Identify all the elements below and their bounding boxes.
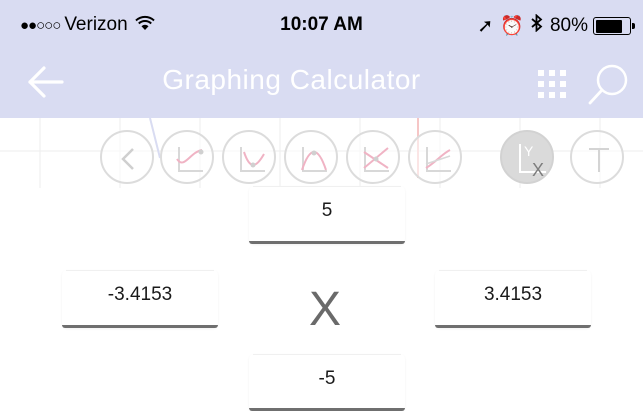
search-icon[interactable] [586,61,632,107]
page-title: Graphing Calculator [162,64,421,95]
axis-label: X [308,283,341,336]
bluetooth-icon [531,13,543,38]
y-min-field[interactable]: -5 [249,354,405,411]
battery-percent: 80% [549,15,588,36]
x-max-field[interactable]: 3.4153 [435,270,591,328]
y-min-value: -5 [318,368,336,389]
svg-text:X: X [532,160,544,180]
minimum-icon[interactable] [222,130,276,184]
field-edge [439,270,587,271]
status-right: ➚ ⏰ 80% [470,13,635,38]
field-edge [253,354,401,355]
field-edge [253,186,401,187]
location-icon: ➚ [477,15,494,37]
x-min-value: -3.4153 [107,284,173,305]
grid-icon[interactable] [534,64,574,104]
battery-fill [595,19,622,33]
maximum-icon[interactable] [284,130,338,184]
curve-point-icon[interactable] [160,130,214,184]
field-edge [66,270,214,271]
chevron-left-icon[interactable] [100,130,154,184]
intersection-icon[interactable] [346,130,400,184]
y-max-field[interactable]: 5 [249,186,405,244]
alarm-icon: ⏰ [500,16,524,37]
field-underline [435,325,591,328]
nav-bar: Graphing Calculator [0,48,643,118]
status-bar: ●●○○○ Verizon 10:07 AM ➚ ⏰ 80% [0,0,643,48]
field-underline [62,325,218,328]
x-min-field[interactable]: -3.4153 [62,270,218,328]
svg-text:Y: Y [524,143,534,159]
derivative-icon[interactable] [408,130,462,184]
text-icon[interactable] [570,130,624,184]
y-max-value: 5 [321,200,333,221]
battery-icon [593,17,635,35]
tool-row: Y X [0,118,643,188]
app-header: ●●○○○ Verizon 10:07 AM ➚ ⏰ 80% Graphing … [0,0,643,118]
x-max-value: 3.4153 [483,284,543,305]
axis-range-icon[interactable]: Y X [500,130,554,184]
field-underline [249,241,405,244]
